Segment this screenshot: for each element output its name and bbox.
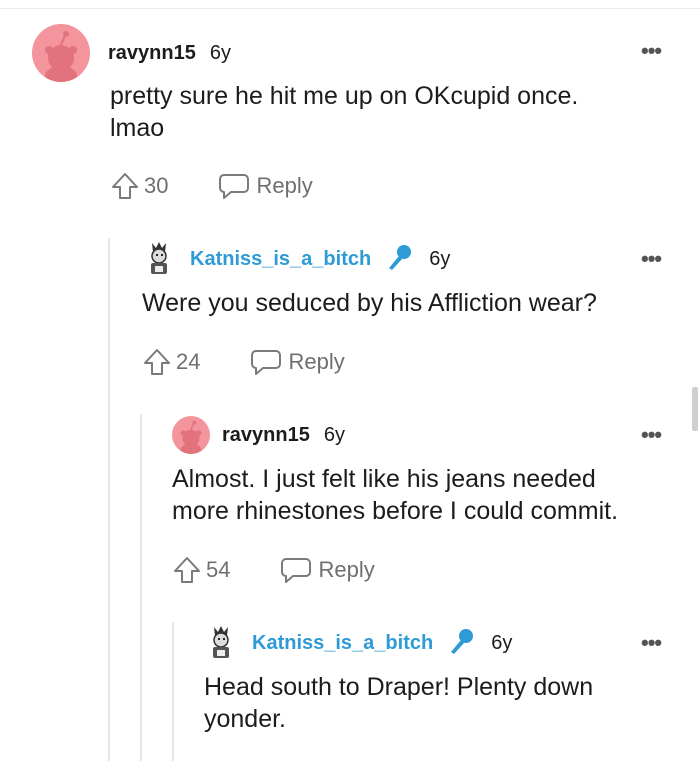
more-options-icon[interactable]: •••	[641, 40, 662, 62]
reply-button[interactable]: Reply	[280, 556, 375, 584]
comment-actions: 24 Reply	[142, 347, 345, 377]
microphone-icon	[385, 243, 413, 276]
custom-avatar-icon	[151, 242, 167, 274]
comment-body: pretty sure he hit me up on OKcupid once…	[110, 80, 578, 144]
comment-body: Almost. I just felt like his jeans neede…	[172, 463, 618, 527]
comment-body-line: Were you seduced by his Affliction wear?	[142, 289, 597, 317]
comment-body: Head south to Draper! Plenty down yonder…	[204, 671, 593, 735]
thread-line-level-1[interactable]	[108, 238, 110, 761]
upvote-icon[interactable]	[110, 171, 140, 201]
upvote-icon[interactable]	[142, 347, 172, 377]
thread-line-level-2[interactable]	[140, 414, 142, 761]
custom-avatar-icon	[213, 626, 229, 658]
user-avatar[interactable]	[32, 24, 90, 82]
comment-age: 6y	[429, 247, 451, 270]
reply-button[interactable]: Reply	[218, 172, 313, 200]
reply-label: Reply	[318, 557, 375, 582]
reply-label: Reply	[256, 173, 313, 198]
comment-username[interactable]: ravynn15	[108, 42, 196, 65]
comment-body-line: more rhinestones before I could commit.	[172, 497, 619, 525]
thread-line-level-3[interactable]	[172, 622, 174, 761]
reply-bubble-icon	[281, 558, 312, 583]
comment-actions: 54 Reply	[172, 555, 375, 585]
upvote-icon[interactable]	[172, 555, 202, 585]
reply-bubble-icon	[219, 174, 250, 199]
comment-username[interactable]: Katniss_is_a_bitch	[252, 632, 433, 655]
comment-actions: 30 Reply	[110, 171, 313, 201]
upvote-count: 54	[206, 557, 231, 582]
scrollbar-thumb[interactable]	[692, 387, 698, 431]
more-options-icon[interactable]: •••	[641, 424, 662, 446]
upvote-count: 30	[144, 173, 169, 198]
user-avatar[interactable]	[144, 240, 174, 278]
reply-bubble-icon	[251, 350, 282, 375]
comment-header: ravynn15 6y	[32, 24, 231, 82]
comment-body: Were you seduced by his Affliction wear?	[142, 287, 597, 319]
top-divider	[0, 8, 700, 9]
upvote-count: 24	[176, 349, 201, 374]
reply-label: Reply	[288, 349, 345, 374]
comment-age: 6y	[491, 631, 513, 654]
comment-header: ravynn15 6y	[172, 416, 345, 454]
snoo-icon	[45, 31, 77, 82]
user-avatar[interactable]	[206, 624, 236, 662]
user-avatar[interactable]	[172, 416, 210, 454]
snoo-icon	[180, 420, 202, 454]
comment-age: 6y	[323, 423, 345, 446]
comment-age: 6y	[209, 41, 231, 64]
comment-body-line: Almost. I just felt like his jeans neede…	[172, 465, 596, 493]
comment-body-line: Head south to Draper! Plenty down	[204, 673, 594, 701]
comment-username[interactable]: Katniss_is_a_bitch	[190, 248, 371, 271]
reply-button[interactable]: Reply	[250, 348, 345, 376]
microphone-icon	[447, 627, 475, 660]
comment-header: Katniss_is_a_bitch 6y	[144, 240, 450, 278]
comment-username[interactable]: ravynn15	[222, 424, 310, 447]
comment-header: Katniss_is_a_bitch 6y	[206, 624, 512, 662]
comment-body-line: lmao	[110, 114, 165, 142]
comment-body-line: pretty sure he hit me up on OKcupid once…	[110, 82, 579, 110]
more-options-icon[interactable]: •••	[641, 248, 662, 270]
comment-body-line: yonder.	[204, 705, 287, 733]
more-options-icon[interactable]: •••	[641, 632, 662, 654]
